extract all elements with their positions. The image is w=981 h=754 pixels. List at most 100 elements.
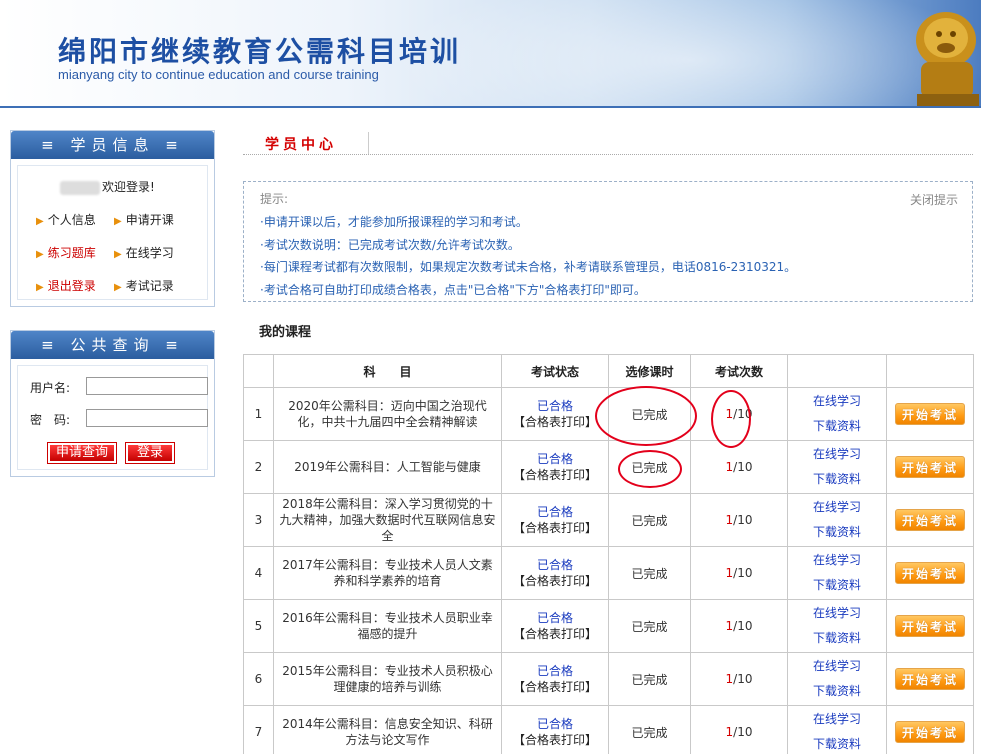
online-study-link[interactable]: 在线学习 — [788, 601, 886, 626]
row-number: 7 — [243, 705, 274, 754]
arrow-right-icon: ▶ — [114, 282, 122, 293]
exam-attempts: 1/10 — [690, 599, 788, 653]
exam-cell: 开始考试 — [886, 705, 974, 754]
print-certificate-link[interactable]: 【合格表打印】 — [502, 679, 608, 695]
start-exam-button[interactable]: 开始考试 — [895, 456, 965, 478]
course-subject: 2019年公需科目：人工智能与健康 — [273, 440, 502, 494]
download-materials-link[interactable]: 下载资料 — [788, 414, 886, 439]
welcome-text: 欢迎登录! — [102, 180, 155, 194]
exam-status-cell: 已合格 【合格表打印】 — [501, 387, 609, 441]
download-materials-link[interactable]: 下载资料 — [788, 732, 886, 754]
column-header-hours: 选修课时 — [608, 354, 691, 388]
menu-exam-records[interactable]: ▶ 考试记录 — [114, 277, 174, 294]
course-subject: 2016年公需科目：专业技术人员职业幸福感的提升 — [273, 599, 502, 653]
start-exam-button[interactable]: 开始考试 — [895, 403, 965, 425]
print-certificate-link[interactable]: 【合格表打印】 — [502, 520, 608, 536]
passed-link[interactable]: 已合格 — [502, 557, 608, 573]
apply-query-button[interactable]: 申请查询 — [47, 442, 117, 464]
attempts-done: 1 — [725, 566, 734, 580]
column-header-status: 考试状态 — [501, 354, 609, 388]
exam-attempts: 1/10 — [690, 652, 788, 706]
passed-link[interactable]: 已合格 — [502, 716, 608, 732]
course-subject-text: 2019年公需科目：人工智能与健康 — [294, 460, 481, 474]
attempts-done: 1 — [725, 460, 734, 474]
arrow-right-icon: ▶ — [36, 282, 44, 293]
passed-link[interactable]: 已合格 — [502, 398, 608, 414]
table-row: 1 2020年公需科目：迈向中国之治现代化，中共十九届四中全会精神解读 已合格 【合格… — [243, 387, 974, 441]
menu-practice-bank[interactable]: ▶ 练习题库 — [36, 244, 96, 261]
attempts-allowed: /10 — [733, 460, 753, 474]
tip-line: ·申请开课以后，才能参加所报课程的学习和考试。 — [260, 215, 528, 229]
start-exam-button[interactable]: 开始考试 — [895, 721, 965, 743]
course-subject-text: 2015年公需科目：专业技术人员积极心理健康的培养与训练 — [282, 664, 493, 694]
download-materials-link[interactable]: 下载资料 — [788, 573, 886, 598]
exam-cell: 开始考试 — [886, 493, 974, 547]
course-subject-text: 2017年公需科目：专业技术人员人文素养和科学素养的培育 — [282, 558, 493, 588]
download-materials-link[interactable]: 下载资料 — [788, 467, 886, 492]
course-links: 在线学习 下载资料 — [787, 599, 887, 653]
tip-line: ·考试次数说明：已完成考试次数/允许考试次数。 — [260, 237, 520, 252]
download-materials-link[interactable]: 下载资料 — [788, 679, 886, 704]
course-links: 在线学习 下载资料 — [787, 440, 887, 494]
login-button[interactable]: 登录 — [125, 442, 175, 464]
online-study-link[interactable]: 在线学习 — [788, 707, 886, 732]
exam-status-cell: 已合格 【合格表打印】 — [501, 652, 609, 706]
welcome-message: 欢迎登录! — [60, 178, 155, 195]
exam-cell: 开始考试 — [886, 546, 974, 600]
course-links: 在线学习 下载资料 — [787, 387, 887, 441]
download-materials-link[interactable]: 下载资料 — [788, 520, 886, 545]
start-exam-button[interactable]: 开始考试 — [895, 615, 965, 637]
online-study-link[interactable]: 在线学习 — [788, 442, 886, 467]
course-links: 在线学习 下载资料 — [787, 493, 887, 547]
elective-hours: 已完成 — [608, 705, 691, 754]
print-certificate-link[interactable]: 【合格表打印】 — [502, 573, 608, 589]
menu-apply-course[interactable]: ▶ 申请开课 — [114, 211, 174, 228]
exam-cell: 开始考试 — [886, 440, 974, 494]
online-study-link[interactable]: 在线学习 — [788, 654, 886, 679]
print-certificate-link[interactable]: 【合格表打印】 — [502, 732, 608, 748]
site-banner: 绵阳市继续教育公需科目培训 mianyang city to continue … — [0, 0, 981, 108]
attempts-allowed: /10 — [733, 566, 753, 580]
column-header-exam — [886, 354, 974, 388]
passed-link[interactable]: 已合格 — [502, 451, 608, 467]
print-certificate-link[interactable]: 【合格表打印】 — [502, 467, 608, 483]
close-tips-link[interactable]: 关闭提示 — [910, 191, 958, 208]
start-exam-button[interactable]: 开始考试 — [895, 562, 965, 584]
column-header-no — [243, 354, 274, 388]
start-exam-button[interactable]: 开始考试 — [895, 509, 965, 531]
column-header-subject: 科 目 — [273, 354, 502, 388]
student-info-heading: ≡ 学员信息 ≡ — [11, 131, 214, 159]
attempts-done: 1 — [725, 725, 734, 739]
site-subtitle: mianyang city to continue education and … — [58, 67, 379, 82]
row-number: 3 — [243, 493, 274, 547]
passed-link[interactable]: 已合格 — [502, 504, 608, 520]
print-certificate-link[interactable]: 【合格表打印】 — [502, 626, 608, 642]
arrow-right-icon: ▶ — [36, 249, 44, 260]
exam-status-cell: 已合格 【合格表打印】 — [501, 440, 609, 494]
tip-line: ·每门课程考试都有次数限制，如果规定次数考试未合格，补考请联系管理员，电话081… — [260, 260, 797, 274]
passed-link[interactable]: 已合格 — [502, 610, 608, 626]
print-certificate-link[interactable]: 【合格表打印】 — [502, 414, 608, 430]
passed-link[interactable]: 已合格 — [502, 663, 608, 679]
online-study-link[interactable]: 在线学习 — [788, 548, 886, 573]
elective-hours: 已完成 — [608, 493, 691, 547]
elective-hours: 已完成 — [608, 546, 691, 600]
download-materials-link[interactable]: 下载资料 — [788, 626, 886, 651]
exam-attempts: 1/10 — [690, 546, 788, 600]
tab-student-center[interactable]: 学员中心 — [265, 134, 337, 154]
menu-online-study[interactable]: ▶ 在线学习 — [114, 244, 174, 261]
menu-logout[interactable]: ▶ 退出登录 — [36, 277, 96, 294]
username-input[interactable] — [86, 377, 208, 395]
tips-label: 提示: — [260, 192, 289, 206]
password-input[interactable] — [86, 409, 208, 427]
online-study-link[interactable]: 在线学习 — [788, 389, 886, 414]
course-links: 在线学习 下载资料 — [787, 652, 887, 706]
username-label: 用户名: — [30, 381, 71, 395]
start-exam-button[interactable]: 开始考试 — [895, 668, 965, 690]
online-study-link[interactable]: 在线学习 — [788, 495, 886, 520]
username-redacted — [60, 180, 100, 195]
arrow-right-icon: ▶ — [114, 249, 122, 260]
row-number: 5 — [243, 599, 274, 653]
menu-personal-info[interactable]: ▶ 个人信息 — [36, 211, 96, 228]
tips-box: 提示: 关闭提示 ·申请开课以后，才能参加所报课程的学习和考试。 ·考试次数说明… — [243, 181, 973, 302]
